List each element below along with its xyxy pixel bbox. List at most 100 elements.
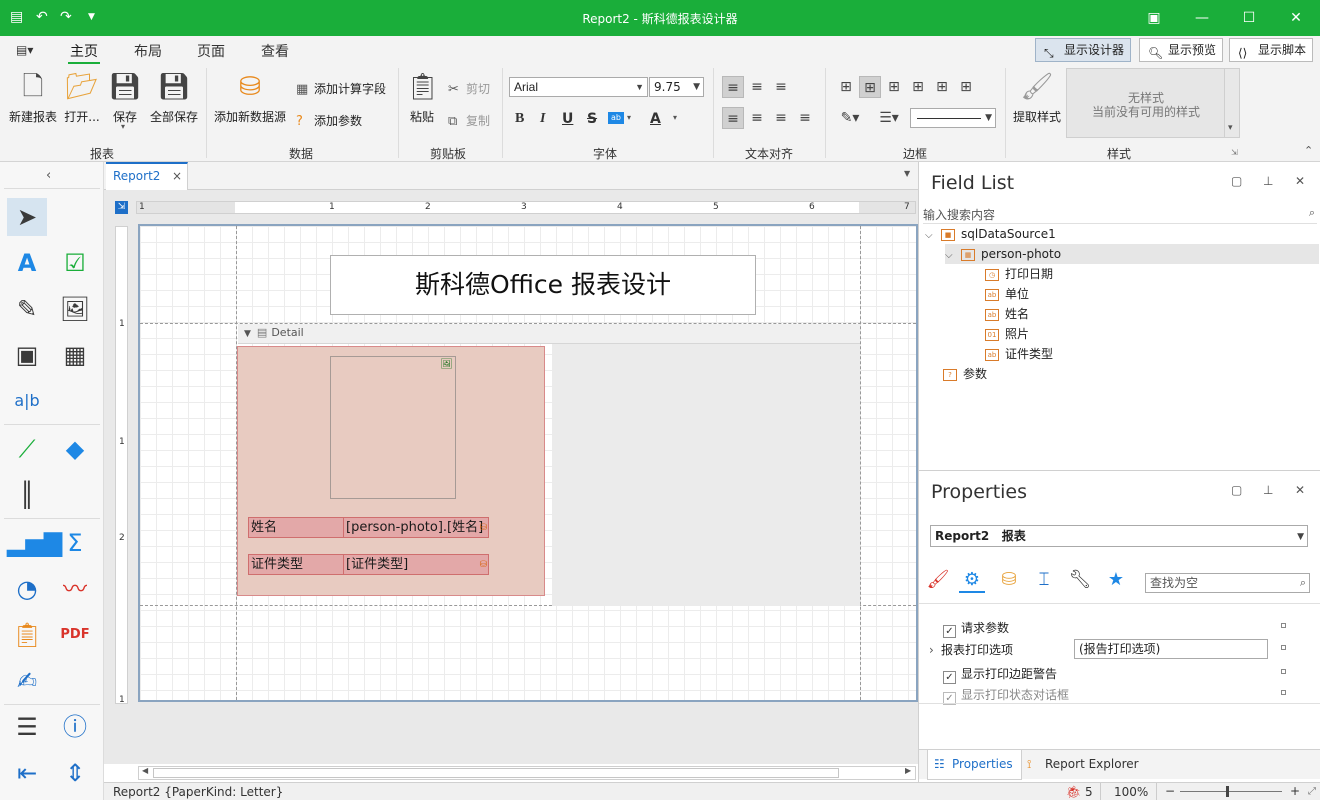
table-tool-icon[interactable]: ▦ [55, 336, 95, 374]
style-gallery[interactable]: 无样式 当前没有可用的样式 [1066, 68, 1226, 138]
close-panel-icon[interactable]: ✕ [1295, 483, 1305, 497]
chevron-down-icon[interactable]: ▾ [627, 113, 631, 122]
chevron-down-icon[interactable]: ▾ [673, 113, 677, 122]
pin-panel-icon[interactable]: ⊥ [1263, 483, 1273, 497]
tab-layout[interactable]: 布局 [134, 41, 162, 61]
behavior-tab-icon[interactable]: ⚙ [959, 567, 985, 593]
border-left-icon[interactable]: ⊞ [883, 76, 905, 98]
picture-box-tool-icon[interactable]: 🖼︎ [55, 290, 95, 328]
pdf-content-tool-icon[interactable]: PDF [55, 616, 95, 654]
border-none-icon[interactable]: ⊞ [835, 76, 857, 98]
show-preview-button[interactable]: 🔍︎ 显示预览 [1139, 38, 1224, 62]
show-designer-button[interactable]: ⤡ 显示设计器 [1035, 38, 1132, 62]
tab-home[interactable]: 主页 [68, 41, 100, 64]
report-page[interactable]: 斯科德Office 报表设计 ▼ ▤ Detail 🖼︎ 姓名 [person-ph… [138, 224, 918, 702]
fit-page-icon[interactable]: ⤢ [1308, 783, 1316, 800]
align-bottom-icon[interactable]: ≡ [770, 76, 792, 98]
open-button[interactable]: 📂︎ 打开... [62, 70, 102, 125]
checkbox-checked-icon[interactable]: ✓ [943, 625, 956, 638]
detail-band-header[interactable]: ▼ ▤ Detail [238, 324, 860, 344]
border-color-icon[interactable]: ✎▾ [835, 107, 865, 129]
border-all-icon[interactable]: ⊞ [859, 76, 881, 98]
maximize-panel-icon[interactable]: ▢ [1231, 483, 1242, 497]
border-bottom-icon[interactable]: ⊞ [955, 76, 977, 98]
favorites-tab-icon[interactable]: ★ [1103, 567, 1129, 593]
tree-node-table[interactable]: ⌵ ▦ person-photo [945, 244, 1319, 264]
report-title-label[interactable]: 斯科德Office 报表设计 [330, 255, 756, 315]
id-type-value-cell[interactable]: [证件类型] ⛁ [343, 554, 489, 575]
zoom-out-icon[interactable]: − [1165, 783, 1175, 800]
print-options-value[interactable]: (报告打印选项) [1074, 639, 1268, 659]
signature-tool-icon[interactable]: ✍ [7, 662, 47, 700]
paste-button[interactable]: 📋︎ 粘贴 [406, 70, 439, 125]
name-label-cell[interactable]: 姓名 [248, 517, 344, 538]
tab-report-explorer[interactable]: ⟟ Report Explorer [1021, 750, 1147, 780]
close-icon[interactable]: ✕ [1284, 6, 1308, 30]
ruler-corner-icon[interactable]: ⇲ [115, 201, 128, 214]
scroll-left-icon[interactable]: ◀ [142, 766, 148, 775]
tab-page[interactable]: 页面 [197, 41, 225, 61]
zoom-slider-thumb[interactable] [1226, 786, 1229, 797]
minimize-icon[interactable]: — [1190, 6, 1214, 30]
layout-tab-icon[interactable]: ⌶ [1031, 567, 1057, 593]
tab-properties[interactable]: ☷ Properties [927, 750, 1022, 780]
photo-picture-box[interactable]: 🖼︎ [330, 356, 456, 499]
save-button[interactable]: 💾︎ 保存 [108, 70, 142, 125]
zoom-slider-track[interactable] [1180, 791, 1282, 792]
horizontal-scrollbar[interactable]: ◀ ▶ [138, 766, 916, 780]
label-tool-icon[interactable]: A [7, 244, 47, 282]
chart-tool-icon[interactable]: ▂▅▇ [7, 524, 62, 562]
font-color-button[interactable]: A [650, 111, 661, 127]
save-all-button[interactable]: 💾︎ 全部保存 [148, 70, 200, 125]
dialog-launcher-icon[interactable]: ⇲ [1231, 148, 1238, 157]
style-gallery-scrollbar[interactable]: ▾ [1224, 68, 1240, 138]
expand-arrow-icon[interactable]: › [929, 643, 941, 657]
new-report-button[interactable]: 🗋 新建报表 [6, 70, 60, 125]
panel-tool-icon[interactable]: ▣ [7, 336, 47, 374]
expand-arrow-icon[interactable]: ⌵ [925, 226, 941, 246]
property-row-request-params[interactable]: ✓ 请求参数 [943, 619, 1009, 638]
extract-style-button[interactable]: 🖌︎ 提取样式 [1012, 70, 1062, 125]
border-dash-style-select[interactable]: ▼ [910, 108, 996, 128]
cut-button[interactable]: ✂ 剪切 [448, 80, 490, 97]
page-break-tool-icon[interactable]: ⇤ [7, 754, 47, 792]
maximize-panel-icon[interactable]: ▢ [1231, 174, 1242, 188]
highlight-color-icon[interactable]: ab [608, 112, 624, 124]
field-list-search[interactable]: 输入搜索内容 ⌕ [923, 206, 1317, 224]
tab-view[interactable]: 查看 [261, 41, 289, 61]
rich-text-tool-icon[interactable]: ✎ [7, 290, 47, 328]
collapse-band-icon[interactable]: ▼ [244, 329, 251, 339]
copy-button[interactable]: ⧉ 复制 [448, 112, 490, 129]
table-of-contents-tool-icon[interactable]: ☰ [7, 708, 47, 746]
appearance-tab-icon[interactable]: 🖌︎ [925, 567, 951, 593]
tab-list-dropdown-icon[interactable]: ▼ [904, 169, 910, 178]
subreport-tool-icon[interactable]: 📋︎ [7, 616, 47, 654]
maximize-icon[interactable]: ☐ [1237, 6, 1261, 30]
scrollbar-thumb[interactable] [153, 768, 839, 778]
detail-panel[interactable]: 🖼︎ 姓名 [person-photo].[姓名] ⛁ 证件类型 [证件类型] ⛁ [237, 346, 545, 596]
object-selector[interactable]: Report2 报表 ▼ [930, 525, 1308, 547]
pointer-tool-icon[interactable]: ➤ [7, 198, 47, 236]
collapse-ribbon-icon[interactable]: ⌃ [1304, 144, 1313, 157]
font-family-select[interactable]: Arial ▼ [509, 77, 648, 97]
add-data-source-button[interactable]: ⛁ 添加新数据源 [212, 70, 288, 125]
property-row-print-options[interactable]: › 报表打印选项 [929, 641, 1013, 658]
strikethrough-button[interactable]: S [587, 111, 597, 127]
file-menu-icon[interactable]: ▤▾ [16, 43, 33, 57]
close-panel-icon[interactable]: ✕ [1295, 174, 1305, 188]
tree-node-field[interactable]: ab 证件类型 [985, 344, 1053, 364]
property-search-input[interactable]: 查找为空 ⌕ [1145, 573, 1310, 593]
id-type-label-cell[interactable]: 证件类型 [248, 554, 344, 575]
misc-tab-icon[interactable]: 🔧︎ [1067, 567, 1093, 593]
character-comb-tool-icon[interactable]: a|b [7, 382, 47, 420]
tree-node-field[interactable]: ab 姓名 [985, 304, 1029, 324]
summary-tool-icon[interactable]: Σ [55, 524, 95, 562]
expand-arrow-icon[interactable]: ⌵ [945, 246, 961, 266]
tree-node-field[interactable]: ◷ 打印日期 [985, 264, 1053, 284]
gauge-tool-icon[interactable]: ◔ [7, 570, 47, 608]
italic-button[interactable]: I [540, 111, 545, 127]
align-top-icon[interactable]: ≡ [722, 76, 744, 98]
align-right-icon[interactable]: ≡ [770, 107, 792, 129]
font-size-select[interactable]: 9.75 ▼ [649, 77, 704, 97]
border-right-icon[interactable]: ⊞ [931, 76, 953, 98]
